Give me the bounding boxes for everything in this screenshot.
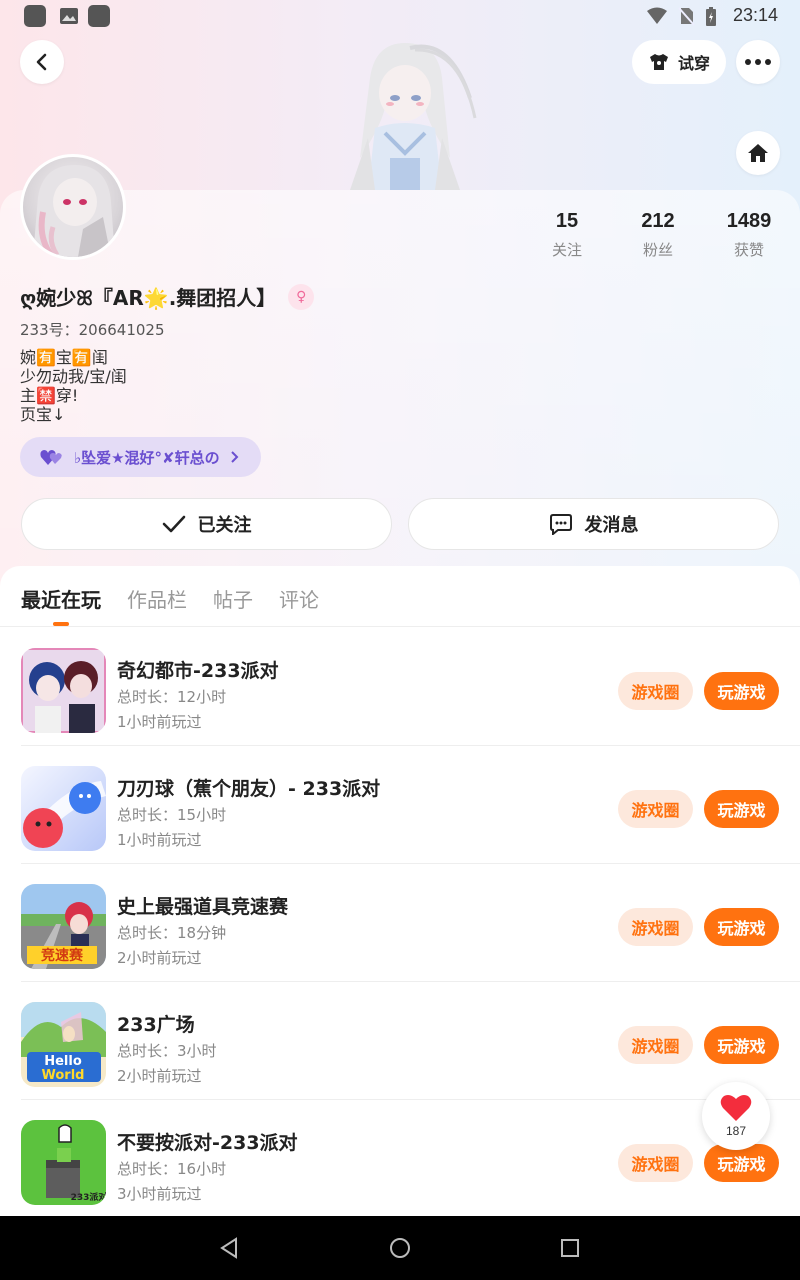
cp-tag-text: ♭坠爱★混好°✘轩总の [74,448,220,467]
bio-line: 主🈲穿! [20,386,79,405]
system-navigation-bar [0,1216,800,1280]
list-item[interactable]: 奇幻都市-233派对 总时长：12小时 1小时前玩过 游戏圈 玩游戏 [0,628,800,746]
svg-text:233派对: 233派对 [71,1191,106,1203]
bio-line: 婉🈶宝🈶闺 [20,348,108,367]
tab-works[interactable]: 作品栏 [127,584,187,613]
status-time: 23:14 [732,5,778,25]
game-duration: 总时长：18分钟 [117,924,227,942]
game-circle-button[interactable]: 游戏圈 [618,1026,693,1064]
nav-back-icon[interactable] [218,1236,242,1260]
game-circle-button[interactable]: 游戏圈 [618,908,693,946]
nav-home-icon[interactable] [388,1236,412,1260]
chat-bubble-icon [549,514,572,535]
svg-text:竞速赛: 竞速赛 [41,947,84,964]
profile-nickname: ღ婉少ꕤ『AR🌟.舞团招人】 ♀ [20,282,315,311]
tab-posts[interactable]: 帖子 [213,584,253,613]
female-gender-icon: ♀ [288,283,315,310]
tab-comments[interactable]: 评论 [279,584,319,613]
no-sim-icon [676,6,696,26]
game-title: 史上最强道具竞速赛 [117,896,289,918]
game-icon[interactable]: Hello World [21,1002,106,1087]
app-notification-icon [24,5,46,27]
profile-bio: 婉🈶宝🈶闺 少勿动我/宝/闺 主🈲穿! 页宝↓ [20,348,127,424]
tabs-divider [0,626,800,627]
game-icon[interactable]: 竞速赛 [21,884,106,969]
heart-icon [720,1095,752,1121]
nickname-text: ღ婉少ꕤ『AR🌟.舞团招人】 [20,286,277,310]
game-last-played: 3小时前玩过 [117,1185,202,1203]
wifi-icon [646,6,667,26]
game-duration: 总时长：3小时 [117,1042,217,1060]
likes-count: 1489 [726,210,772,232]
followers-count: 212 [641,210,675,232]
following-count: 15 [555,210,579,232]
home-icon [748,144,768,162]
stat-likes[interactable]: 1489 获赞 [709,210,789,260]
list-item[interactable]: Hello World 233广场 总时长：3小时 2小时前玩过 游戏圈 玩游戏 [0,982,800,1100]
list-item[interactable]: 竞速赛 史上最强道具竞速赛 总时长：18分钟 2小时前玩过 游戏圈 玩游戏 [0,864,800,982]
check-icon [162,515,185,533]
svg-text:World: World [42,1068,85,1083]
more-dots-icon [745,59,771,65]
chevron-right-icon [230,451,239,463]
gallery-notification-icon [58,5,80,27]
list-item[interactable]: 刀刃球（蕉个朋友）- 233派对 总时长：15小时 1小时前玩过 游戏圈 玩游戏 [0,746,800,864]
cp-relationship-tag[interactable]: ♭坠爱★混好°✘轩总の [20,437,261,477]
status-bar: 23:14 [0,0,800,32]
game-circle-button[interactable]: 游戏圈 [618,790,693,828]
game-icon[interactable] [21,766,106,851]
like-button[interactable]: 187 [702,1082,770,1150]
followed-button[interactable]: 已关注 [21,498,392,550]
try-on-button[interactable]: 试穿 [632,40,726,84]
game-title: 刀刃球（蕉个朋友）- 233派对 [117,778,381,800]
game-last-played: 1小时前玩过 [117,713,202,731]
game-duration: 总时长：16小时 [117,1160,227,1178]
double-heart-icon [40,450,62,465]
list-item[interactable]: 233派对 不要按派对-233派对 总时长：16小时 3小时前玩过 游戏圈 玩游… [0,1100,800,1218]
try-on-label: 试穿 [677,54,710,73]
game-icon[interactable]: 233派对 [21,1120,106,1205]
play-game-button[interactable]: 玩游戏 [704,1026,779,1064]
game-circle-button[interactable]: 游戏圈 [618,1144,693,1182]
game-last-played: 2小时前玩过 [117,949,202,967]
back-arrow-icon [36,53,47,71]
play-game-button[interactable]: 玩游戏 [704,908,779,946]
bio-line: 页宝↓ [20,405,66,424]
play-game-button[interactable]: 玩游戏 [704,790,779,828]
bio-line: 少勿动我/宝/闺 [20,367,127,386]
like-count: 187 [725,1124,747,1138]
profile-tabs: 最近在玩 作品栏 帖子 评论 [0,566,800,626]
game-title: 奇幻都市-233派对 [117,660,279,682]
followed-label: 已关注 [197,515,252,536]
game-title: 233广场 [117,1014,195,1036]
send-message-label: 发消息 [584,515,639,536]
game-duration: 总时长：12小时 [117,688,227,706]
stat-following[interactable]: 15 关注 [527,210,607,260]
svg-text:Hello: Hello [44,1054,82,1069]
followers-label: 粉丝 [642,241,673,259]
game-title: 不要按派对-233派对 [117,1132,298,1154]
stat-followers[interactable]: 212 粉丝 [618,210,698,260]
game-duration: 总时长：15小时 [117,806,227,824]
user-id[interactable]: 233号：206641025 [20,319,165,340]
avatar-character[interactable] [330,38,480,190]
battery-icon [704,6,724,26]
game-last-played: 1小时前玩过 [117,831,202,849]
game-icon[interactable] [21,648,106,733]
nav-recents-icon[interactable] [558,1236,582,1260]
square-notification-icon [88,5,110,27]
following-label: 关注 [551,241,582,259]
send-message-button[interactable]: 发消息 [408,498,779,550]
play-game-button[interactable]: 玩游戏 [704,672,779,710]
game-circle-button[interactable]: 游戏圈 [618,672,693,710]
home-button[interactable] [736,131,780,175]
game-last-played: 2小时前玩过 [117,1067,202,1085]
avatar[interactable] [20,154,126,260]
tshirt-icon [649,54,668,70]
back-button[interactable] [20,40,64,84]
more-button[interactable] [736,40,780,84]
likes-label: 获赞 [733,241,764,259]
tab-recently-played[interactable]: 最近在玩 [21,584,101,613]
play-game-button[interactable]: 玩游戏 [704,1144,779,1182]
